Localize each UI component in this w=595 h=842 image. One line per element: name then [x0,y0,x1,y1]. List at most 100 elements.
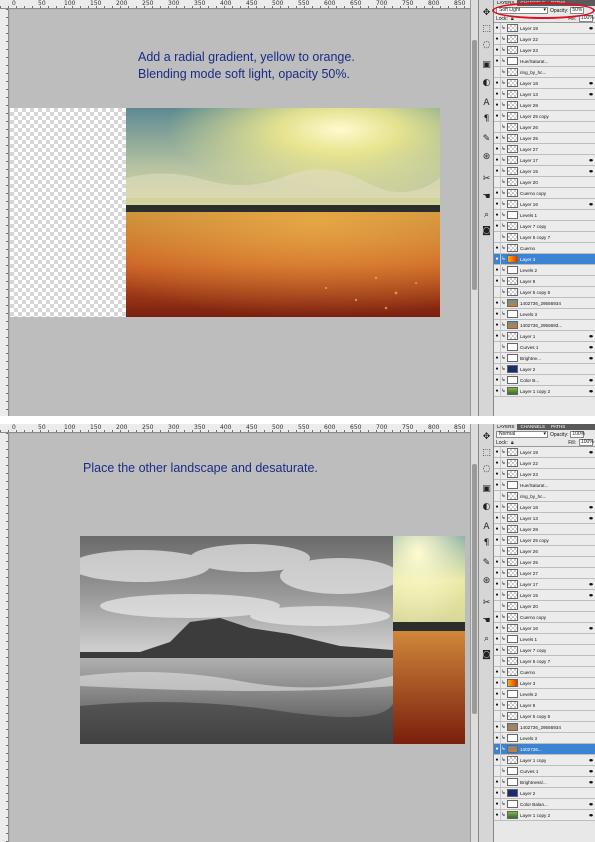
layer-row[interactable]: ● ↳ Layer 17 ⬬ [494,155,595,166]
zoom-icon[interactable]: ⌕ [481,210,492,221]
layer-row[interactable]: ● ↳ Layer 25 [494,557,595,568]
layer-row[interactable]: ● ↳ Levels 3 [494,309,595,320]
eye-icon[interactable]: ● [494,722,501,732]
zoom-icon[interactable]: ⌕ [481,634,492,645]
eye-icon[interactable] [494,656,501,666]
eye-icon[interactable]: ● [494,480,501,490]
eye-icon[interactable]: ● [494,513,501,523]
eye-icon[interactable]: ● [494,188,501,198]
layer-row[interactable]: ● ↳ Layer 22 [494,458,595,469]
layer-row[interactable]: ● ↳ Color B... ⬬ [494,375,595,386]
tab-layers[interactable]: LAYERS [494,424,518,430]
eye-icon[interactable] [494,177,501,187]
eye-icon[interactable]: ● [494,469,501,479]
layer-row[interactable]: ● ↳ Layer 18 ⬬ [494,502,595,513]
layer-row[interactable]: ● ↳ Layer 19 ⬬ [494,23,595,34]
eye-icon[interactable]: ● [494,645,501,655]
eye-icon[interactable]: ● [494,320,501,330]
layer-row[interactable]: ● ↳ Layer 19 ⬬ [494,447,595,458]
layer-row[interactable]: ● ↳ Layer 27 [494,568,595,579]
eye-icon[interactable]: ● [494,89,501,99]
type-tool-icon[interactable]: A [481,98,492,109]
eye-icon[interactable]: ● [494,265,501,275]
eye-icon[interactable] [494,546,501,556]
eye-icon[interactable]: ● [494,353,501,363]
eye-icon[interactable]: ● [494,524,501,534]
eye-icon[interactable]: ● [494,331,501,341]
marquee-tool-icon[interactable]: ⬚ [481,24,492,35]
scroll-thumb[interactable] [472,464,477,714]
eye-icon[interactable]: ● [494,579,501,589]
layer-row[interactable]: ● ↳ Layer 27 [494,144,595,155]
layer-row[interactable]: ↳ Layer 5 copy 6 [494,711,595,722]
vertical-scrollbar[interactable] [470,424,478,842]
lasso-tool-icon[interactable]: ◌ [481,464,492,475]
eye-icon[interactable]: ● [494,155,501,165]
adjustment-icon[interactable]: ◐ [481,502,492,513]
layer-row[interactable]: ↳ ring_by_hc... [494,491,595,502]
layer-row[interactable]: ● ↳ 1402736_29556934 [494,298,595,309]
layer-row[interactable]: ● ↳ Levels 2 [494,689,595,700]
layer-row[interactable]: ↳ Layer 20 [494,601,595,612]
layer-row[interactable]: ↳ Curves 1 ⬬ [494,342,595,353]
layer-row[interactable]: ● ↳ Layer 13 ⬬ [494,89,595,100]
layer-row[interactable]: ● ↳ Color Balan... ⬬ [494,799,595,810]
eye-icon[interactable]: ● [494,458,501,468]
paragraph-icon[interactable]: ¶ [481,538,492,549]
layer-row[interactable]: ● ↳ Layer 8 [494,276,595,287]
eye-icon[interactable]: ● [494,535,501,545]
eye-icon[interactable]: ● [494,276,501,286]
brush-icon[interactable]: ✎ [481,134,492,145]
layer-row[interactable]: ● ↳ Cuerno [494,243,595,254]
hand-icon[interactable]: ☚ [481,192,492,203]
eye-icon[interactable]: ● [494,386,501,396]
move-tool-icon[interactable]: ✥ [481,432,492,443]
layer-row[interactable]: ● ↳ Layer 8 [494,700,595,711]
eye-icon[interactable]: ● [494,166,501,176]
eye-icon[interactable] [494,491,501,501]
layer-row[interactable]: ● ↳ Layer 23 [494,469,595,480]
layer-row[interactable]: ● ↳ Brightness/... ⬬ [494,777,595,788]
quick-mask-icon[interactable]: ◙ [481,650,492,661]
layer-row[interactable]: ↳ Curves 1 ⬬ [494,766,595,777]
layer-row[interactable]: ↳ ring_by_hc... [494,67,595,78]
clone-icon[interactable]: ⊛ [481,152,492,163]
eye-icon[interactable]: ● [494,254,501,264]
layer-row[interactable]: ● ↳ Hue/Saturat... [494,480,595,491]
layer-row[interactable]: ● ↳ Layer 17 ⬬ [494,579,595,590]
opacity-field[interactable]: 100% [570,431,585,438]
layer-row[interactable]: ● ↳ Layer 3 [494,254,595,265]
layer-row[interactable]: ● ↳ Layer 13 ⬬ [494,513,595,524]
layer-row[interactable]: ● ↳ Layer 2 [494,788,595,799]
eye-icon[interactable]: ● [494,557,501,567]
layer-row[interactable]: ● ↳ Cuerno [494,667,595,678]
layer-style-icon[interactable]: ▣ [481,60,492,71]
layer-row[interactable]: ● ↳ Layer 25 copy [494,111,595,122]
layer-row[interactable]: ● ↳ Layer 25 copy [494,535,595,546]
layer-row[interactable]: ● ↳ Hue/Saturat... [494,56,595,67]
eye-icon[interactable]: ● [494,810,501,820]
layer-row[interactable]: ● ↳ Levels 1 [494,634,595,645]
layer-row[interactable]: ● ↳ Layer 1 ⬬ [494,331,595,342]
eye-icon[interactable]: ● [494,309,501,319]
eye-icon[interactable]: ● [494,243,501,253]
layer-row[interactable]: ● ↳ Layer 18 ⬬ [494,78,595,89]
eye-icon[interactable]: ● [494,634,501,644]
layer-row[interactable]: ● ↳ Cuerno copy [494,188,595,199]
eye-icon[interactable]: ● [494,364,501,374]
layer-row[interactable]: ● ↳ Layer 22 [494,34,595,45]
layer-style-icon[interactable]: ▣ [481,484,492,495]
hand-icon[interactable]: ☚ [481,616,492,627]
eye-icon[interactable]: ● [494,612,501,622]
layer-row[interactable]: ● ↳ Layer 2 [494,364,595,375]
eye-icon[interactable] [494,601,501,611]
layer-row[interactable]: ● ↳ Layer 28 [494,524,595,535]
layer-row[interactable]: ↳ Layer 5 copy 6 [494,287,595,298]
layer-row[interactable]: ● ↳ Layer 1 copy 2 ⬬ [494,386,595,397]
eye-icon[interactable]: ● [494,590,501,600]
eye-icon[interactable] [494,67,501,77]
layer-row[interactable]: ↳ Layer 5 copy 7 [494,232,595,243]
layer-row[interactable]: ● ↳ Brightne... ⬬ [494,353,595,364]
layer-row[interactable]: ● ↳ Levels 1 [494,210,595,221]
layer-row[interactable]: ● ↳ Layer 25 [494,133,595,144]
